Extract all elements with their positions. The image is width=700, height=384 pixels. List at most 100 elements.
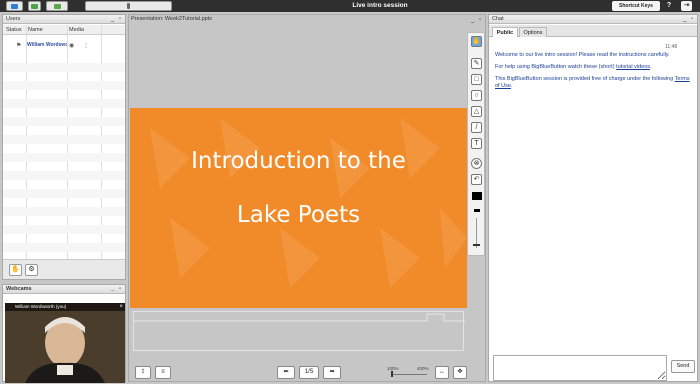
zoom-slider[interactable] bbox=[391, 374, 427, 375]
user-name: William Wordsworth bbox=[27, 42, 67, 48]
microphone-icon bbox=[53, 3, 61, 9]
users-panel-title: Users bbox=[6, 16, 21, 22]
maximize-icon[interactable]: ▫ bbox=[119, 15, 121, 23]
users-footer: ✋ ⚙ bbox=[3, 259, 125, 279]
chat-message: This BigBlueButton session is provided f… bbox=[495, 76, 695, 90]
line-tool[interactable]: / bbox=[471, 122, 482, 133]
presenter-icon: ⚑ bbox=[16, 43, 22, 49]
tutorial-videos-link[interactable]: tutorial videos bbox=[616, 64, 650, 70]
chat-panel-header: Chat _ ▫ bbox=[489, 15, 697, 24]
chat-tabs: Public Options bbox=[489, 25, 697, 37]
top-bar: Live intro session Shortcut Keys ? ⇥ bbox=[0, 0, 700, 12]
line-icon: / bbox=[475, 124, 478, 131]
rectangle-tool[interactable]: □ bbox=[471, 74, 482, 85]
previous-slide-button[interactable]: ⬅ bbox=[277, 366, 295, 379]
user-settings-button[interactable]: ⚙ bbox=[25, 264, 38, 276]
slide-title-line1: Introduction to the bbox=[191, 148, 406, 174]
text-tool[interactable]: T bbox=[471, 138, 482, 149]
poll-icon: ≡ bbox=[161, 369, 165, 375]
chat-panel-title: Chat bbox=[492, 16, 504, 22]
monitor-icon bbox=[11, 3, 18, 9]
raise-hand-button[interactable]: ✋ bbox=[9, 264, 22, 276]
arrow-right-icon: ➡ bbox=[329, 369, 335, 375]
chat-message-input[interactable] bbox=[493, 355, 667, 381]
chat-message-text: . bbox=[650, 64, 652, 70]
close-icon[interactable]: × bbox=[119, 303, 123, 311]
pencil-icon: ✎ bbox=[473, 60, 480, 67]
upload-button[interactable]: ⇪ bbox=[135, 366, 151, 379]
ellipse-icon: ○ bbox=[474, 92, 479, 99]
slide-thumbnail-strip bbox=[133, 311, 465, 351]
chat-messages: Welcome to our live intro session! Pleas… bbox=[495, 45, 695, 95]
mic-level-icon bbox=[127, 3, 130, 9]
triangle-tool[interactable]: △ bbox=[471, 106, 482, 117]
webcam-icon: ◉ bbox=[69, 43, 75, 49]
column-status[interactable]: Status bbox=[6, 25, 22, 35]
pencil-tool[interactable]: ✎ bbox=[471, 58, 482, 69]
hand-icon: ✋ bbox=[11, 266, 20, 273]
volume-button[interactable] bbox=[85, 1, 172, 11]
clear-tool[interactable]: ⊗ bbox=[471, 158, 482, 169]
next-slide-button[interactable]: ➡ bbox=[323, 366, 341, 379]
color-picker[interactable] bbox=[472, 192, 482, 200]
webcam-video[interactable]: William Wordsworth (you) × bbox=[5, 303, 125, 383]
maximize-icon[interactable]: ▫ bbox=[479, 16, 481, 24]
triangle-icon: △ bbox=[473, 108, 480, 115]
minimize-icon[interactable]: _ bbox=[111, 15, 114, 23]
column-media[interactable]: Media bbox=[69, 25, 84, 35]
users-panel-header: Users _ ▫ bbox=[3, 15, 125, 24]
gear-icon: ⚙ bbox=[28, 266, 35, 273]
presentation-panel: Presentation: Week2Tutorial.pptx _ ▫ Int… bbox=[128, 14, 486, 382]
tab-public[interactable]: Public bbox=[492, 27, 518, 37]
send-button[interactable]: Send bbox=[671, 360, 695, 373]
clear-icon: ⊗ bbox=[473, 160, 480, 167]
help-button[interactable]: ? bbox=[664, 2, 674, 10]
chat-message: Welcome to our live intro session! Pleas… bbox=[495, 52, 670, 58]
thumbnail-outline bbox=[134, 313, 465, 322]
share-icon bbox=[31, 3, 38, 9]
shortcut-keys-button[interactable]: Shortcut Keys bbox=[612, 1, 660, 11]
users-table-header: Status Name Media bbox=[3, 25, 125, 35]
slide-page-indicator[interactable]: 1/5 bbox=[299, 366, 319, 379]
microphone-icon: ⋮ bbox=[83, 43, 89, 49]
fit-width-icon: ↔ bbox=[439, 369, 445, 375]
maximize-icon[interactable]: ▫ bbox=[119, 285, 121, 293]
webcams-panel: Webcams _ ▫ William Wordsworth (you) × bbox=[2, 284, 126, 383]
session-title: Live intro session bbox=[352, 2, 408, 9]
hand-icon: ✋ bbox=[472, 38, 481, 45]
minimize-icon[interactable]: _ bbox=[111, 285, 114, 293]
maximize-icon[interactable]: ▫ bbox=[691, 15, 693, 23]
share-button[interactable] bbox=[28, 1, 41, 11]
poll-button[interactable]: ≡ bbox=[155, 366, 171, 379]
chat-panel: Chat _ ▫ Public Options 11:48 Welcome to… bbox=[488, 14, 698, 382]
chat-message-text: . bbox=[510, 83, 513, 89]
thickness-indicator bbox=[474, 209, 480, 212]
presentation-title: Presentation: Week2Tutorial.pptx bbox=[131, 16, 213, 22]
zoom-handle[interactable] bbox=[391, 371, 393, 377]
microphone-button[interactable] bbox=[46, 1, 68, 11]
user-row[interactable]: ⚑ William Wordsworth ◉ ⋮ bbox=[3, 41, 125, 52]
text-icon: T bbox=[474, 140, 479, 147]
webcam-portrait bbox=[5, 303, 125, 383]
zoom-max-label: 400% bbox=[417, 366, 429, 371]
fit-width-button[interactable]: ↔ bbox=[435, 366, 449, 379]
logout-button[interactable]: ⇥ bbox=[681, 1, 692, 11]
undo-tool[interactable]: ↶ bbox=[471, 174, 482, 185]
slider-handle[interactable] bbox=[473, 244, 480, 246]
rectangle-icon: □ bbox=[474, 76, 479, 83]
chat-message-text: This BigBlueButton session is provided f… bbox=[495, 76, 675, 82]
layout-button[interactable] bbox=[6, 1, 23, 11]
minimize-icon[interactable]: _ bbox=[471, 16, 474, 24]
pan-tool[interactable]: ✋ bbox=[471, 36, 482, 47]
fit-page-button[interactable]: ✥ bbox=[453, 366, 467, 379]
minimize-icon[interactable]: _ bbox=[683, 15, 686, 23]
arrow-left-icon: ⬅ bbox=[283, 369, 289, 375]
column-name[interactable]: Name bbox=[28, 25, 43, 35]
chat-message-text: For help using BigBlueButton watch these… bbox=[495, 64, 617, 70]
tab-options[interactable]: Options bbox=[519, 27, 547, 37]
chat-message: For help using BigBlueButton watch these… bbox=[495, 64, 695, 71]
ellipse-tool[interactable]: ○ bbox=[471, 90, 482, 101]
webcams-panel-header: Webcams _ ▫ bbox=[3, 285, 125, 294]
presentation-slide[interactable]: Introduction to the Lake Poets bbox=[130, 108, 467, 308]
webcams-panel-title: Webcams bbox=[6, 286, 32, 292]
